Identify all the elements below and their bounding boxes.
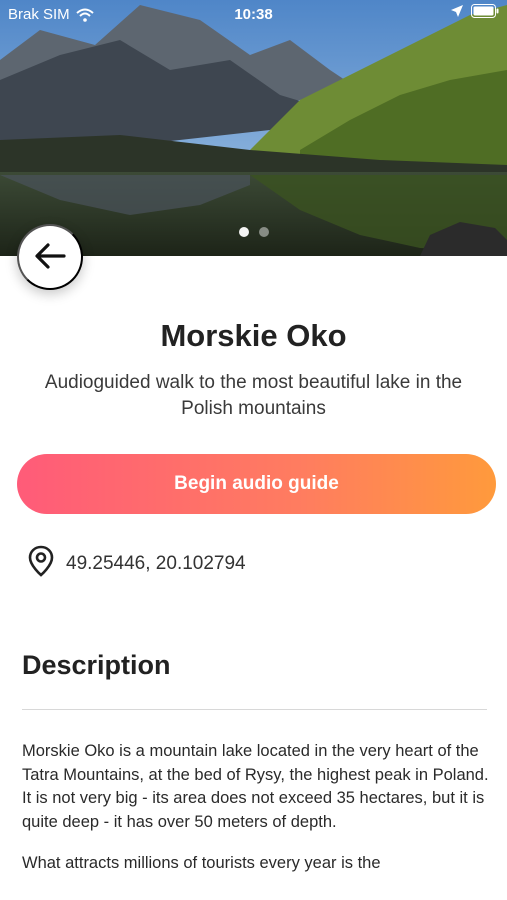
description-body: Morskie Oko is a mountain lake located i… [22,740,490,894]
begin-audio-guide-button[interactable]: Begin audio guide [17,454,496,514]
gallery-dot-2[interactable] [258,227,269,237]
status-bar: Brak SIM 10:38 [0,0,507,30]
hero-image-gallery[interactable]: Brak SIM 10:38 [0,0,507,256]
coordinates-text: 49.25446, 20.102794 [66,553,246,574]
status-time: 10:38 [234,6,273,23]
description-heading: Description [22,650,171,680]
description-paragraph: What attracts millions of tourists every… [22,854,381,872]
coordinates-row: 49.25446, 20.102794 [28,545,246,583]
place-title: Morskie Oko [160,318,347,353]
status-right [451,4,499,18]
gallery-pagination[interactable] [0,227,507,237]
location-arrow-icon [451,5,463,17]
back-button[interactable] [17,224,83,290]
gallery-dot-1[interactable] [238,227,249,237]
divider [22,709,487,710]
description-paragraph: Morskie Oko is a mountain lake located i… [22,742,489,831]
map-pin-icon [28,545,54,583]
mountain-lake-photo [0,0,507,256]
arrow-left-icon [34,242,66,273]
battery-icon [471,4,499,18]
place-subtitle: Audioguided walk to the most beautiful l… [44,372,463,419]
